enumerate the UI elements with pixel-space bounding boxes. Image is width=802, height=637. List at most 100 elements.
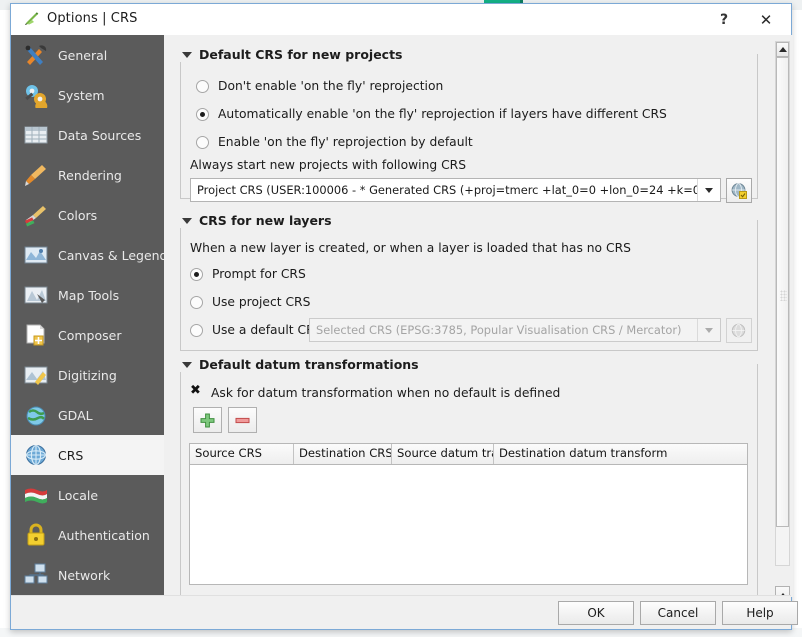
sidebar-item-colors[interactable]: Colors [11,195,164,235]
sidebar-item-rendering[interactable]: Rendering [11,155,164,195]
cancel-button[interactable]: Cancel [640,601,716,625]
sidebar-item-label: Network [58,567,111,583]
sidebar-item-label: CRS [58,447,84,463]
add-plus-icon[interactable] [193,407,222,433]
radio-indicator[interactable] [196,135,209,149]
vertical-scrollbar[interactable] [775,41,790,566]
options-scroll-area: Default CRS for new projects Don't enabl… [180,41,772,597]
sidebar-item-label: Canvas & Legend [58,247,164,263]
table-column-header[interactable]: Source CRS [190,444,294,464]
table-column-header[interactable]: Destination datum transform [494,444,747,464]
chevron-down-icon[interactable] [697,319,720,341]
sidebar-item-digitizing[interactable]: Digitizing [11,355,164,395]
sidebar-item-label: System [58,87,105,103]
composer-icon [23,322,49,348]
datum-transform-table[interactable]: Source CRS Destination CRS Source datum … [189,443,748,585]
checkbox-ask-datum-transformation[interactable]: Ask for datum transformation when no def… [190,384,561,400]
options-sidebar[interactable]: General System Data Sources Rendering Co… [11,35,164,616]
group-new-layers-title[interactable]: CRS for new layers [180,213,338,228]
radio-prompt-for-crs[interactable]: Prompt for CRS [190,267,306,281]
triangle-down-icon[interactable] [182,217,192,224]
group-title-label: Default CRS for new projects [199,47,403,62]
sidebar-item-system[interactable]: System [11,75,164,115]
default-project-crs-combo[interactable]: Project CRS (USER:100006 - * Generated C… [190,178,721,202]
lock-icon [23,522,49,548]
radio-label: Prompt for CRS [212,267,306,281]
group-default-crs: Default CRS for new projects Don't enabl… [180,47,758,203]
sidebar-item-gdal[interactable]: GDAL [11,395,164,435]
select-crs-globe-icon[interactable] [726,178,752,203]
radio-indicator[interactable] [190,323,203,337]
options-content: Default CRS for new projects Don't enabl… [164,35,793,622]
new-layer-description: When a new layer is created, or when a l… [190,241,631,255]
table-icon [23,122,49,148]
radio-indicator[interactable] [196,107,209,121]
group-datum-title[interactable]: Default datum transformations [180,357,425,372]
default-layer-crs-combo[interactable]: Selected CRS (EPSG:3785, Popular Visuali… [309,318,721,342]
remove-minus-icon[interactable] [228,407,257,433]
radio-enable-reprojection-default[interactable]: Enable 'on the fly' reprojection by defa… [196,135,473,149]
table-column-header[interactable]: Destination CRS [294,444,392,464]
tools-icon [23,42,49,68]
radio-auto-enable-reprojection[interactable]: Automatically enable 'on the fly' reproj… [196,107,667,121]
sidebar-item-label: Data Sources [58,127,142,143]
radio-indicator[interactable] [190,267,203,281]
help-button[interactable]: Help [722,601,798,625]
table-header-row: Source CRS Destination CRS Source datum … [190,444,747,465]
globe-green-icon [23,402,49,428]
qgis-pencil-icon [23,11,40,28]
triangle-down-icon[interactable] [182,51,192,58]
always-start-crs-label: Always start new projects with following… [190,158,467,172]
ok-button[interactable]: OK [558,601,634,625]
sidebar-item-label: General [58,47,108,63]
scroll-up-button[interactable] [776,42,789,57]
scroll-thumb[interactable] [776,57,789,527]
group-datum-transformations: Default datum transformations Ask for da… [180,357,758,597]
group-title-label: CRS for new layers [199,213,332,228]
group-default-crs-title[interactable]: Default CRS for new projects [180,47,409,62]
sidebar-item-label: Locale [58,487,99,503]
sidebar-item-label: Rendering [58,167,122,183]
radio-use-default-crs[interactable]: Use a default CRS [190,323,322,337]
sidebar-item-label: Map Tools [58,287,120,303]
radio-label: Don't enable 'on the fly' reprojection [218,79,444,93]
dialog-button-bar: OK Cancel Help [11,595,798,629]
radio-indicator[interactable] [196,79,209,93]
combo-value: Project CRS (USER:100006 - * Generated C… [197,183,697,197]
color-brush-icon [23,202,49,228]
close-icon[interactable]: ✕ [755,10,777,30]
sidebar-item-crs[interactable]: CRS [11,435,164,475]
screen: Options | CRS ? ✕ General System Data So… [0,0,802,637]
checkbox-indicator[interactable] [190,384,203,399]
radio-label: Automatically enable 'on the fly' reproj… [218,107,667,121]
table-column-header[interactable]: Source datum trans [392,444,494,464]
checkbox-label: Ask for datum transformation when no def… [211,386,561,400]
radio-dont-enable-reprojection[interactable]: Don't enable 'on the fly' reprojection [196,79,443,93]
radio-label: Use project CRS [212,295,311,309]
options-dialog: Options | CRS ? ✕ General System Data So… [10,3,798,630]
sidebar-item-map-tools[interactable]: Map Tools [11,275,164,315]
sidebar-item-data-sources[interactable]: Data Sources [11,115,164,155]
sidebar-item-locale[interactable]: Locale [11,475,164,515]
scroll-grip [780,290,787,301]
sidebar-item-composer[interactable]: Composer [11,315,164,355]
radio-indicator[interactable] [190,295,203,309]
sidebar-item-network[interactable]: Network [11,555,164,595]
network-icon [23,562,49,588]
title-bar: Options | CRS ? ✕ [11,4,791,36]
radio-label: Enable 'on the fly' reprojection by defa… [218,135,473,149]
digitizing-icon [23,362,49,388]
triangle-up-icon [778,47,787,52]
map-tools-icon [23,282,49,308]
radio-use-project-crs[interactable]: Use project CRS [190,295,310,309]
chevron-down-icon[interactable] [697,179,720,201]
sidebar-item-general[interactable]: General [11,35,164,75]
sidebar-item-label: Colors [58,207,98,223]
gears-icon [23,82,49,108]
help-icon[interactable]: ? [713,10,735,30]
sidebar-item-label: Composer [58,327,122,343]
sidebar-item-canvas-legend[interactable]: Canvas & Legend [11,235,164,275]
select-crs-globe-icon[interactable] [726,318,752,343]
sidebar-item-authentication[interactable]: Authentication [11,515,164,555]
triangle-down-icon[interactable] [182,361,192,368]
